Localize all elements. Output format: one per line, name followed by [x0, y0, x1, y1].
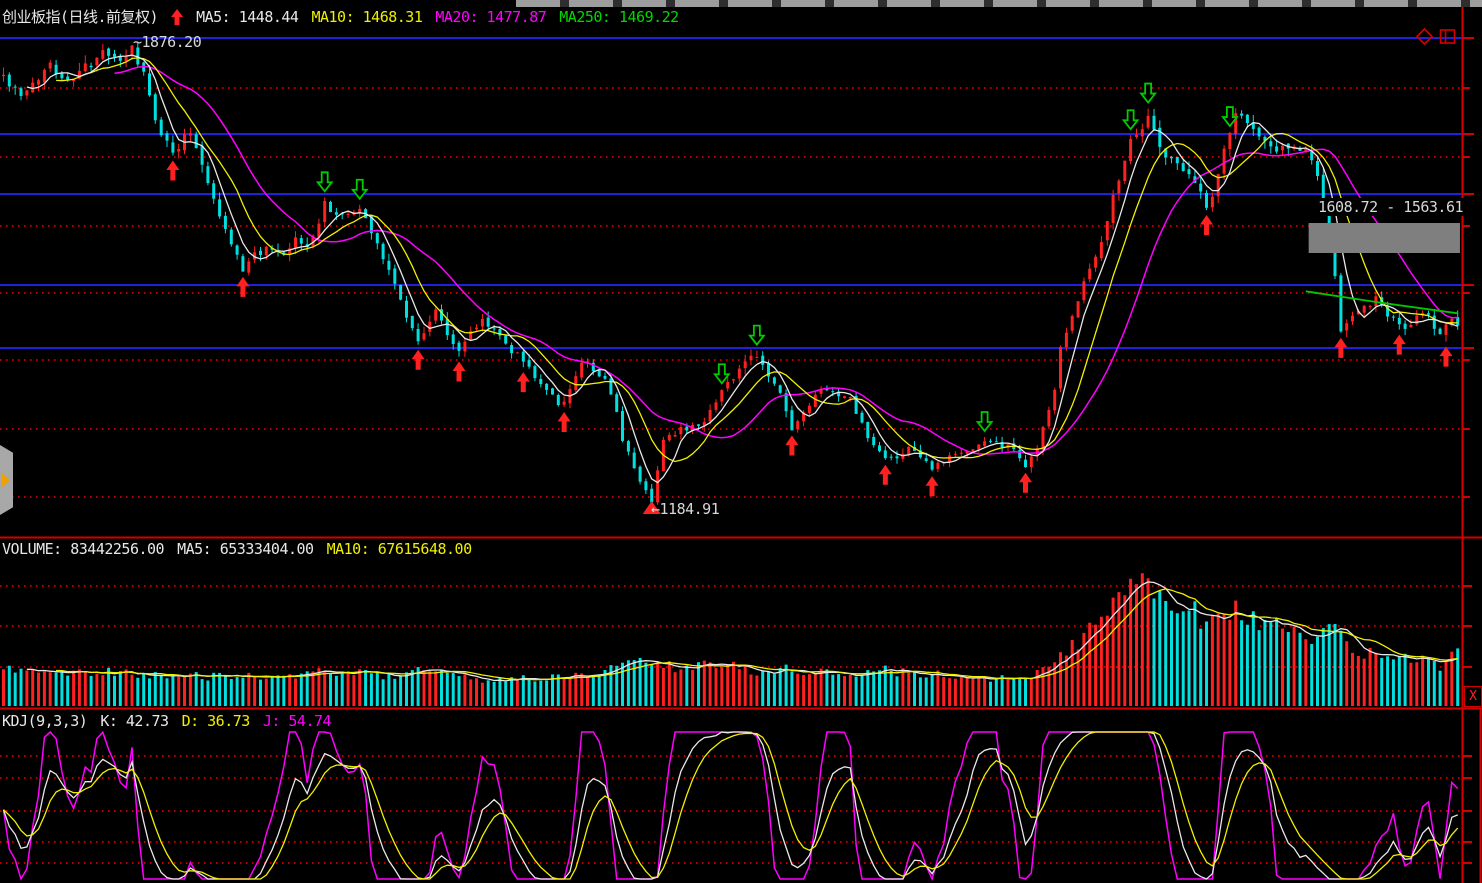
volume-legend: VOLUME: 83442256.00 MA5: 65333404.00 MA1… — [2, 540, 472, 558]
stock-chart-window: 创业板指(日线.前复权) MA5: 1448.44 MA10: 1468.31 … — [0, 0, 1482, 883]
low-price-label: ←1184.91 — [651, 500, 720, 518]
chart-tool-icons — [1416, 28, 1456, 45]
diamond-icon[interactable] — [1416, 28, 1433, 45]
volume-ma5: MA5: 65333404.00 — [177, 540, 314, 558]
chart-canvas[interactable] — [0, 0, 1482, 883]
gap-range-label: 1608.72 - 1563.61 — [1316, 198, 1466, 216]
kdj-d-value: D: 36.73 — [181, 712, 251, 730]
ma250-legend: MA250: 1469.22 — [559, 8, 679, 26]
main-legend: 创业板指(日线.前复权) MA5: 1448.44 MA10: 1468.31 … — [2, 8, 679, 26]
close-indicator-button[interactable]: X — [1464, 686, 1482, 707]
ma5-legend: MA5: 1448.44 — [196, 8, 299, 26]
high-price-label: ~1876.20 — [133, 33, 202, 51]
kdj-name: KDJ(9,3,3) — [2, 712, 88, 730]
kdj-k-value: K: 42.73 — [100, 712, 169, 730]
ma10-legend: MA10: 1468.31 — [311, 8, 423, 26]
ma20-legend: MA20: 1477.87 — [435, 8, 547, 26]
kdj-j-value: J: 54.74 — [262, 712, 332, 730]
sidebar-collapse-tab[interactable] — [0, 445, 13, 515]
expand-arrow-icon — [2, 473, 10, 487]
chart-title: 创业板指(日线.前复权) — [2, 8, 159, 26]
kdj-legend: KDJ(9,3,3) K: 42.73 D: 36.73 J: 54.74 — [2, 712, 332, 730]
top-toolbar-edge — [516, 0, 1482, 7]
volume-value: VOLUME: 83442256.00 — [2, 540, 165, 558]
volume-ma10: MA10: 67615648.00 — [326, 540, 473, 558]
trend-up-icon — [171, 9, 184, 25]
split-window-icon[interactable] — [1439, 28, 1456, 45]
